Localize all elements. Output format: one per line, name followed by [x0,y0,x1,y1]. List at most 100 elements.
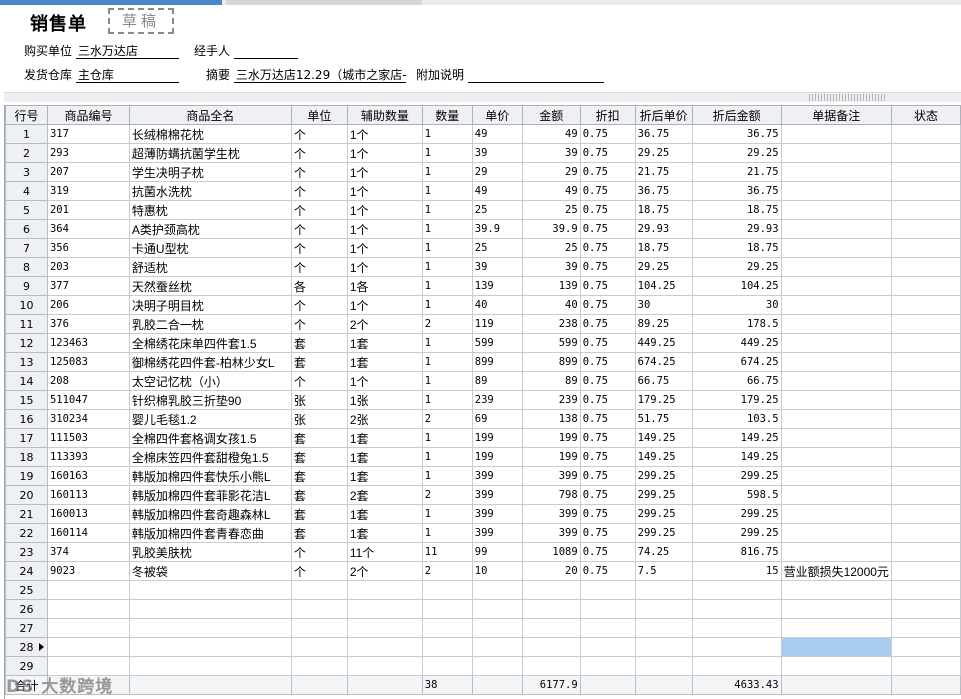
cell-discounted-amount[interactable]: 66.75 [691,371,782,391]
cell-status[interactable] [890,333,961,353]
cell-name[interactable]: 婴儿毛毯1.2 [128,409,292,429]
cell-code[interactable]: 293 [46,143,130,163]
cell-status[interactable] [890,637,961,657]
cell-amount[interactable]: 239 [521,390,581,410]
cell-discounted-price[interactable]: 149.25 [634,447,693,467]
cell-status[interactable] [890,200,961,220]
cell-aux-qty[interactable]: 1套 [346,333,423,353]
cell-discounted-amount[interactable]: 104.25 [691,276,782,296]
cell-qty[interactable]: 1 [421,295,473,315]
cell-amount[interactable] [521,637,581,657]
cell-discounted-price[interactable]: 89.25 [634,314,693,334]
cell-unit[interactable]: 套 [290,352,348,372]
cell-unit[interactable] [290,599,348,619]
cell-discounted-amount[interactable]: 149.25 [691,447,782,467]
cell-qty[interactable]: 1 [421,238,473,258]
cell-unit[interactable]: 套 [290,485,348,505]
cell-unit[interactable]: 个 [290,162,348,182]
cell-status[interactable] [890,314,961,334]
cell-unit[interactable]: 个 [290,542,348,562]
cell-discount[interactable]: 0.75 [579,238,636,258]
cell-aux-qty[interactable]: 1套 [346,523,423,543]
cell-discounted-price[interactable]: 7.5 [634,561,693,581]
cell-discount[interactable]: 0.75 [579,219,636,239]
cell-discounted-amount[interactable]: 816.75 [691,542,782,562]
cell-unit[interactable]: 个 [290,124,348,144]
cell-discounted-amount[interactable]: 30 [691,295,782,315]
active-window-tab[interactable] [0,0,222,5]
cell-discount[interactable] [579,580,636,600]
cell-status[interactable] [890,428,961,448]
cell-amount[interactable]: 49 [521,181,581,201]
cell-unit[interactable]: 套 [290,466,348,486]
cell-code[interactable]: 319 [46,181,130,201]
cell-amount[interactable]: 39.9 [521,219,581,239]
cell-status[interactable] [890,162,961,182]
cell-discount[interactable]: 0.75 [579,561,636,581]
cell-qty[interactable] [421,656,473,676]
cell-aux-qty[interactable] [346,580,423,600]
cell-price[interactable]: 199 [471,447,523,467]
cell-unit[interactable]: 各 [290,276,348,296]
cell-unit[interactable]: 套 [290,523,348,543]
cell-line-no[interactable]: 16 [5,409,48,429]
cell-price[interactable]: 99 [471,542,523,562]
cell-discounted-price[interactable] [634,618,693,638]
cell-aux-qty[interactable]: 1套 [346,447,423,467]
cell-unit[interactable]: 套 [290,333,348,353]
cell-status[interactable] [890,219,961,239]
cell-code[interactable]: 310234 [46,409,130,429]
table-row[interactable]: 16 310234 婴儿毛毯1.2 张 2张 2 69 138 0.75 51.75 103.5 [5,409,961,429]
cell-price[interactable] [471,618,523,638]
cell-amount[interactable]: 899 [521,352,581,372]
cell-code[interactable]: 376 [46,314,130,334]
cell-qty[interactable] [421,637,473,657]
cell-aux-qty[interactable]: 11个 [346,542,423,562]
cell-status[interactable] [890,409,961,429]
cell-price[interactable]: 599 [471,333,523,353]
cell-unit[interactable]: 套 [290,428,348,448]
cell-line-no[interactable]: 23 [5,542,48,562]
cell-price[interactable] [471,637,523,657]
cell-code[interactable] [46,580,130,600]
cell-qty[interactable]: 2 [421,485,473,505]
cell-discount[interactable]: 0.75 [579,542,636,562]
cell-code[interactable]: 125083 [46,352,130,372]
cell-name[interactable] [128,656,292,676]
handler-input[interactable] [233,44,298,59]
cell-price[interactable]: 399 [471,504,523,524]
table-row[interactable]: 10 206 决明子明目枕个 1个 1 40 40 0.75 30 30 [5,295,961,315]
cell-amount[interactable]: 399 [521,523,581,543]
cell-qty[interactable]: 1 [421,504,473,524]
cell-name[interactable]: 超薄防螨抗菌学生枕 [128,143,292,163]
cell-discount[interactable]: 0.75 [579,352,636,372]
cell-unit[interactable]: 个 [290,143,348,163]
cell-price[interactable]: 39 [471,143,523,163]
cell-aux-qty[interactable]: 2张 [346,409,423,429]
cell-amount[interactable]: 139 [521,276,581,296]
cell-discount[interactable]: 0.75 [579,447,636,467]
cell-aux-qty[interactable]: 1套 [346,428,423,448]
cell-code[interactable]: 317 [46,124,130,144]
cell-remark[interactable] [780,219,892,239]
splitter-grip[interactable] [809,94,887,101]
cell-status[interactable] [890,352,961,372]
cell-discounted-price[interactable]: 449.25 [634,333,693,353]
cell-discounted-price[interactable]: 36.75 [634,124,693,144]
cell-status[interactable] [890,504,961,524]
cell-name[interactable]: 特惠枕 [128,200,292,220]
cell-line-no[interactable]: 7 [5,238,48,258]
cell-discounted-amount[interactable] [691,637,782,657]
cell-line-no[interactable]: 26 [5,599,48,619]
cell-line-no[interactable]: 5 [5,200,48,220]
col-header-price[interactable]: 单价 [471,105,523,125]
table-row[interactable]: 24 9023 冬被袋个 2个 2 10 20 0.75 7.5 15 营业额损失12000元 [5,561,961,581]
cell-status[interactable] [890,447,961,467]
cell-qty[interactable]: 1 [421,200,473,220]
cell-discount[interactable]: 0.75 [579,124,636,144]
cell-amount[interactable]: 599 [521,333,581,353]
cell-code[interactable]: 111503 [46,428,130,448]
table-row[interactable]: 3 207 学生决明子枕个 1个 1 29 29 0.75 21.75 21.75 [5,162,961,182]
cell-name[interactable]: 太空记忆枕（小） [128,371,292,391]
cell-line-no[interactable]: 17 [5,428,48,448]
